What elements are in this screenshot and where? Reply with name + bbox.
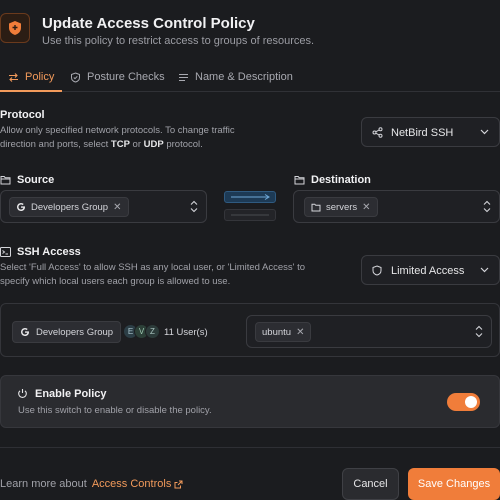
chevron-updown-icon <box>483 200 491 213</box>
ssh-access-select[interactable]: Limited Access <box>361 255 500 285</box>
destination-group-select[interactable]: servers ✕ <box>293 190 500 223</box>
chevron-down-icon <box>480 267 489 273</box>
tab-name-description[interactable]: Name & Description <box>178 62 293 92</box>
dialog-subtitle: Use this policy to restrict access to gr… <box>42 35 315 47</box>
learn-more: Learn more about Access Controls <box>0 478 183 490</box>
protocol-description: Allow only specified network protocols. … <box>0 125 235 150</box>
google-icon <box>16 202 26 212</box>
source-group-select[interactable]: Developers Group ✕ <box>0 190 207 223</box>
local-users-select[interactable]: ubuntu ✕ <box>246 315 492 348</box>
ssh-group-chip: Developers Group <box>12 321 122 343</box>
enable-policy-description: Use this switch to enable or disable the… <box>18 405 212 416</box>
cancel-button[interactable]: Cancel <box>342 468 399 500</box>
chevron-updown-icon <box>475 325 483 338</box>
google-icon <box>20 327 30 337</box>
destination-group-chip: servers ✕ <box>304 197 378 217</box>
footer-divider <box>0 447 500 448</box>
enable-policy-title: Enable Policy <box>35 388 107 400</box>
source-group-chip: Developers Group ✕ <box>9 197 129 217</box>
power-icon <box>17 388 28 399</box>
shield-check-icon <box>70 71 81 83</box>
local-user-chip: ubuntu ✕ <box>255 322 312 342</box>
policy-shield-icon <box>0 13 30 43</box>
ssh-group-rule: Developers Group E V Z 11 User(s) ubuntu… <box>0 303 500 357</box>
protocol-select-value: NetBird SSH <box>391 127 454 139</box>
dialog-header: Update Access Control Policy Use this po… <box>0 0 500 62</box>
access-controls-link[interactable]: Access Controls <box>92 478 183 490</box>
ssh-access-title: SSH Access <box>0 246 81 258</box>
tab-bar: Policy Posture Checks Name & Description <box>0 62 500 92</box>
tab-name-description-label: Name & Description <box>195 71 293 83</box>
source-title: Source <box>0 174 54 186</box>
terminal-icon <box>0 247 11 257</box>
remove-chip-icon[interactable]: ✕ <box>362 202 370 213</box>
tab-policy-label: Policy <box>25 71 55 83</box>
folder-icon <box>294 175 305 185</box>
list-icon <box>178 72 189 83</box>
external-link-icon <box>174 480 183 489</box>
chevron-down-icon <box>480 129 489 135</box>
shield-icon <box>372 265 382 276</box>
destination-title: Destination <box>294 174 371 186</box>
remove-chip-icon[interactable]: ✕ <box>113 202 121 213</box>
folder-icon <box>311 203 321 212</box>
protocol-title: Protocol <box>0 109 45 121</box>
save-changes-button[interactable]: Save Changes <box>408 468 500 500</box>
direction-arrow-left[interactable] <box>224 209 276 221</box>
folder-icon <box>0 175 11 185</box>
protocol-select[interactable]: NetBird SSH <box>361 117 500 147</box>
enable-policy-toggle[interactable] <box>447 393 480 411</box>
users-count: 11 User(s) <box>164 327 208 338</box>
avatar: Z <box>145 324 160 339</box>
tab-posture-checks-label: Posture Checks <box>87 71 165 83</box>
direction-arrow-right[interactable] <box>224 191 276 203</box>
remove-chip-icon[interactable]: ✕ <box>296 327 304 338</box>
ssh-access-select-value: Limited Access <box>391 265 465 277</box>
arrows-swap-icon <box>8 72 19 83</box>
enable-policy-panel: Enable Policy Use this switch to enable … <box>0 375 500 428</box>
chevron-updown-icon <box>190 200 198 213</box>
tab-posture-checks[interactable]: Posture Checks <box>70 62 165 92</box>
toggle-knob <box>465 396 477 408</box>
ssh-access-description: Select 'Full Access' to allow SSH as any… <box>0 262 306 287</box>
active-tab-indicator <box>0 90 62 92</box>
dialog-title: Update Access Control Policy <box>42 15 255 32</box>
tab-policy[interactable]: Policy <box>8 62 54 92</box>
share-nodes-icon <box>372 127 383 138</box>
